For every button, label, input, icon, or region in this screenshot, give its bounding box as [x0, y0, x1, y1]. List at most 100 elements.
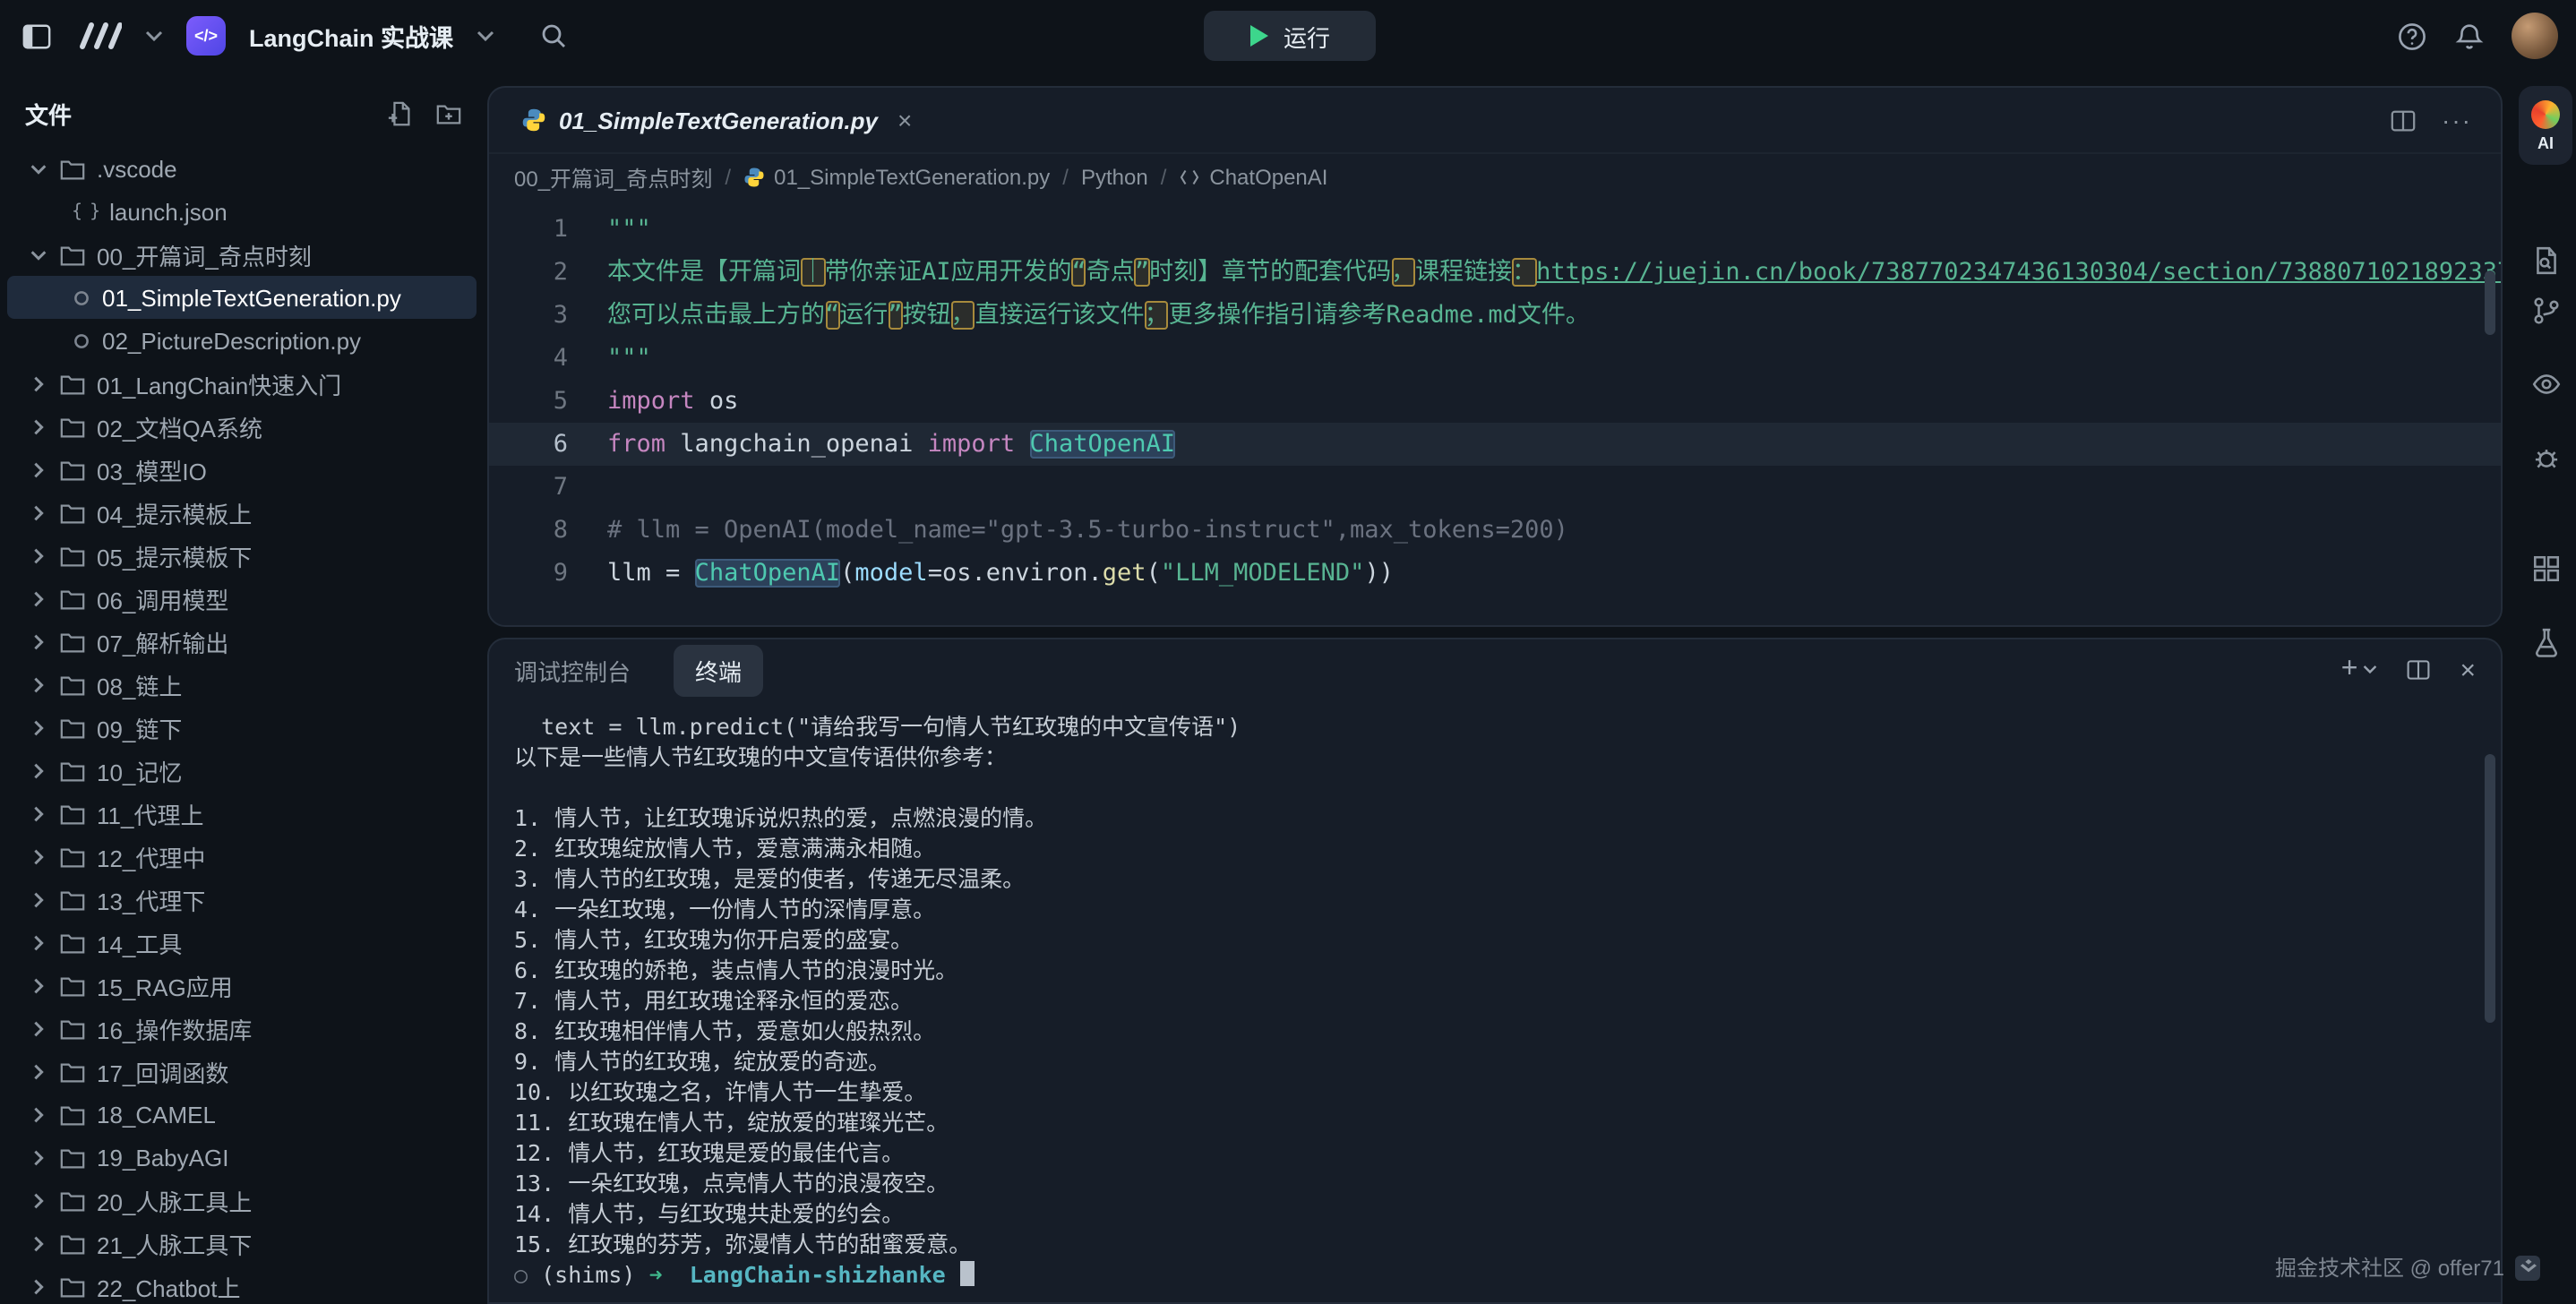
- code-token: ：: [1512, 258, 1536, 287]
- tree-item-label: 04_提示模板上: [97, 495, 252, 529]
- watermark-text: 掘金技术社区 @ offer71: [2275, 1252, 2504, 1283]
- folder-icon: [59, 1144, 86, 1171]
- code-line-3[interactable]: 3您可以点击最上方的“运行”按钮，直接运行该文件；更多操作指引请参考Readme…: [489, 294, 2501, 337]
- folder-icon: [59, 628, 86, 655]
- tree-folder-15_RAG应用[interactable]: 15_RAG应用: [7, 964, 477, 1007]
- code-line-6[interactable]: 6from langchain_openai import ChatOpenAI: [489, 423, 2501, 466]
- tree-folder-05_提示模板下[interactable]: 05_提示模板下: [7, 534, 477, 577]
- breadcrumb-folder[interactable]: 00_开篇词_奇点时刻: [514, 162, 712, 193]
- terminal-output[interactable]: text = llm.predict("请给我写一句情人节红玫瑰的中文宣传语")…: [489, 700, 2501, 1290]
- help-icon[interactable]: [2397, 21, 2427, 51]
- code-line-9[interactable]: 9llm = ChatOpenAI(model=os.environ.get("…: [489, 552, 2501, 595]
- tree-folder-21_人脉工具下[interactable]: 21_人脉工具下: [7, 1222, 477, 1265]
- tree-folder-13_代理下[interactable]: 13_代理下: [7, 878, 477, 921]
- new-terminal-button[interactable]: +: [2341, 654, 2378, 686]
- preview-eye-icon[interactable]: [2524, 362, 2567, 405]
- editor-tab[interactable]: 01_SimpleTextGeneration.py ×: [503, 88, 930, 152]
- code-line-1[interactable]: 1""": [489, 208, 2501, 251]
- chevron-down-icon: [29, 159, 48, 178]
- tree-item-label: 14_工具: [97, 925, 182, 959]
- more-actions-icon[interactable]: ···: [2442, 106, 2472, 134]
- tree-folder-16_操作数据库[interactable]: 16_操作数据库: [7, 1007, 477, 1050]
- tree-folder-07_解析输出[interactable]: 07_解析输出: [7, 620, 477, 663]
- tree-folder-19_BabyAGI[interactable]: 19_BabyAGI: [7, 1136, 477, 1179]
- new-file-button[interactable]: [387, 99, 414, 126]
- breadcrumb-file[interactable]: 01_SimpleTextGeneration.py: [743, 165, 1050, 190]
- json-file-icon: { }: [72, 202, 99, 221]
- line-number: 6: [489, 423, 607, 466]
- code-token: ，: [951, 301, 975, 330]
- code-line-8[interactable]: 8# llm = OpenAI(model_name="gpt-3.5-turb…: [489, 509, 2501, 552]
- ai-assistant-button[interactable]: AI: [2519, 86, 2572, 165]
- tree-folder-12_代理中[interactable]: 12_代理中: [7, 835, 477, 878]
- extensions-grid-icon[interactable]: [2524, 546, 2567, 589]
- folder-icon: [59, 671, 86, 698]
- folder-icon: [59, 413, 86, 440]
- new-folder-button[interactable]: [435, 99, 462, 126]
- tree-folder-18_CAMEL[interactable]: 18_CAMEL: [7, 1093, 477, 1136]
- tree-folder-03_模型IO[interactable]: 03_模型IO: [7, 448, 477, 491]
- test-beaker-icon[interactable]: [2524, 620, 2567, 663]
- tree-folder-.vscode[interactable]: .vscode: [7, 147, 477, 190]
- tree-folder-14_工具[interactable]: 14_工具: [7, 921, 477, 964]
- terminal-prompt[interactable]: ○ (shims) ➜ LangChain-shizhanke: [514, 1259, 2501, 1290]
- tree-file-launch.json[interactable]: { }launch.json: [7, 190, 477, 233]
- breadcrumb-symbol[interactable]: ChatOpenAI: [1179, 165, 1327, 190]
- git-branch-icon[interactable]: [2524, 288, 2567, 331]
- terminal-line: 14. 情人节，与红玫瑰共赴爱的约会。: [514, 1198, 2501, 1229]
- run-button[interactable]: 运行: [1204, 11, 1376, 61]
- tree-folder-20_人脉工具上[interactable]: 20_人脉工具上: [7, 1179, 477, 1222]
- code-line-7[interactable]: 7: [489, 466, 2501, 509]
- editor-scrollbar[interactable]: [2485, 270, 2495, 335]
- close-panel-icon[interactable]: ×: [2460, 655, 2476, 685]
- tree-folder-06_调用模型[interactable]: 06_调用模型: [7, 577, 477, 620]
- tree-file-02_PictureDescription.py[interactable]: 02_PictureDescription.py: [7, 319, 477, 362]
- code-token: (: [840, 559, 854, 588]
- tree-folder-08_链上[interactable]: 08_链上: [7, 663, 477, 706]
- split-editor-icon[interactable]: [2390, 107, 2417, 133]
- close-icon[interactable]: ×: [897, 106, 912, 134]
- folder-icon: [59, 1015, 86, 1042]
- split-terminal-icon[interactable]: [2406, 657, 2431, 682]
- tree-folder-04_提示模板上[interactable]: 04_提示模板上: [7, 491, 477, 534]
- terminal-cursor[interactable]: [960, 1261, 975, 1286]
- user-avatar[interactable]: [2512, 13, 2558, 59]
- tab-terminal[interactable]: 终端: [674, 644, 763, 696]
- tree-folder-02_文档QA系统[interactable]: 02_文档QA系统: [7, 405, 477, 448]
- file-explorer: 文件 .vscode{ }launch.json00_开篇词_奇点时刻01_Si…: [0, 72, 487, 1304]
- chevron-down-icon[interactable]: [477, 30, 494, 42]
- tree-folder-11_代理上[interactable]: 11_代理上: [7, 792, 477, 835]
- tree-folder-10_记忆[interactable]: 10_记忆: [7, 749, 477, 792]
- code-line-4[interactable]: 4""": [489, 337, 2501, 380]
- terminal-line: 11. 红玫瑰在情人节，绽放爱的璀璨光芒。: [514, 1107, 2501, 1137]
- debug-bug-icon[interactable]: [2524, 435, 2567, 478]
- tree-folder-01_LangChain快速入门[interactable]: 01_LangChain快速入门: [7, 362, 477, 405]
- folder-icon: [59, 843, 86, 870]
- tree-item-label: 22_Chatbot上: [97, 1269, 240, 1303]
- terminal-line: 4. 一朵红玫瑰，一份情人节的深情厚意。: [514, 894, 2501, 924]
- file-search-icon[interactable]: [2524, 238, 2567, 281]
- code-line-5[interactable]: 5import os: [489, 380, 2501, 423]
- terminal-line: text = llm.predict("请给我写一句情人节红玫瑰的中文宣传语"): [514, 711, 2501, 742]
- code-area[interactable]: 1"""2本文件是【开篇词｜带你亲证AI应用开发的“奇点”时刻】章节的配套代码，…: [489, 201, 2501, 595]
- tree-folder-09_链下[interactable]: 09_链下: [7, 706, 477, 749]
- code-token: "LLM_MODELEND": [1161, 559, 1365, 588]
- sidebar-toggle-button[interactable]: [21, 21, 52, 51]
- workspace-title[interactable]: LangChain 实战课: [249, 18, 453, 54]
- code-link[interactable]: https://juejin.cn/book/73877023474361303…: [1536, 258, 2503, 287]
- breadcrumb-language[interactable]: Python: [1081, 165, 1148, 190]
- code-line-2[interactable]: 2本文件是【开篇词｜带你亲证AI应用开发的“奇点”时刻】章节的配套代码，课程链接…: [489, 251, 2501, 294]
- notifications-bell-icon[interactable]: [2454, 21, 2485, 51]
- terminal-line: 12. 情人节，红玫瑰是爱的最佳代言。: [514, 1137, 2501, 1168]
- search-icon[interactable]: [539, 21, 568, 50]
- tree-file-01_SimpleTextGeneration.py[interactable]: 01_SimpleTextGeneration.py: [7, 276, 477, 319]
- folder-icon: [59, 542, 86, 569]
- tab-debug-console[interactable]: 调试控制台: [514, 653, 631, 687]
- tree-folder-00_开篇词_奇点时刻[interactable]: 00_开篇词_奇点时刻: [7, 233, 477, 276]
- app-logo-icon[interactable]: [75, 21, 122, 50]
- chevron-down-icon[interactable]: [145, 30, 163, 42]
- tree-folder-22_Chatbot上[interactable]: 22_Chatbot上: [7, 1265, 477, 1304]
- tree-folder-17_回调函数[interactable]: 17_回调函数: [7, 1050, 477, 1093]
- code-token: =: [928, 559, 942, 588]
- terminal-scrollbar[interactable]: [2485, 754, 2495, 1023]
